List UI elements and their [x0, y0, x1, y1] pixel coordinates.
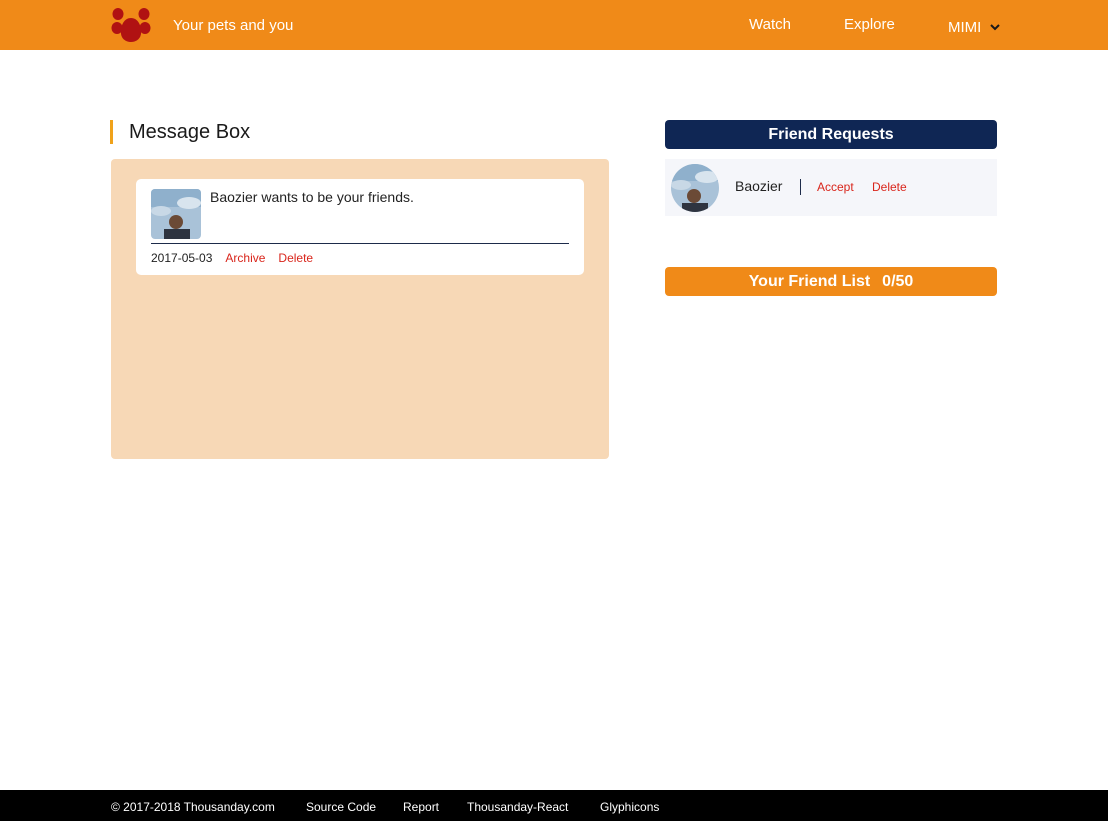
message-date: 2017-05-03 — [151, 251, 213, 265]
delete-request-link[interactable]: Delete — [872, 180, 907, 194]
top-navbar: Your pets and you Watch Explore MIMI — [0, 0, 1108, 50]
footer: © 2017-2018 Thousanday.com Source Code R… — [0, 790, 1108, 821]
footer-copyright: © 2017-2018 Thousanday.com — [111, 800, 275, 814]
footer-link-source-code[interactable]: Source Code — [306, 800, 376, 814]
friend-list-title: Your Friend List — [748, 272, 871, 290]
user-menu[interactable]: MIMI — [948, 17, 1001, 37]
friend-requests-header: Friend Requests — [665, 120, 997, 149]
divider — [800, 179, 801, 195]
request-name[interactable]: Baozier — [735, 178, 782, 194]
accept-request-link[interactable]: Accept — [817, 180, 854, 194]
nav-watch[interactable]: Watch — [749, 16, 791, 33]
footer-link-report[interactable]: Report — [403, 800, 439, 814]
footer-link-glyphicons[interactable]: Glyphicons — [600, 800, 659, 814]
friend-request-item: Baozier Accept Delete — [665, 159, 997, 216]
friend-list-header: Your Friend List 0/50 — [665, 267, 997, 296]
friend-count: 0/50 — [882, 272, 914, 290]
message-box-title: Message Box — [110, 120, 250, 144]
site-tagline: Your pets and you — [173, 17, 294, 34]
avatar[interactable] — [151, 189, 201, 239]
message-text: Baozier wants to be your friends. — [210, 189, 414, 205]
message-panel: Baozier wants to be your friends. 2017-0… — [111, 159, 609, 459]
message-card: Baozier wants to be your friends. 2017-0… — [136, 179, 584, 275]
footer-link-thousanday-react[interactable]: Thousanday-React — [467, 800, 568, 814]
message-meta: 2017-05-03 Archive Delete — [151, 251, 326, 265]
delete-message-link[interactable]: Delete — [278, 251, 313, 265]
archive-link[interactable]: Archive — [225, 251, 265, 265]
avatar[interactable] — [671, 164, 719, 212]
user-name: MIMI — [948, 18, 982, 36]
divider — [151, 243, 569, 244]
nav-explore[interactable]: Explore — [844, 16, 895, 33]
paw-icon[interactable] — [110, 6, 152, 44]
chevron-down-icon — [990, 24, 1001, 31]
